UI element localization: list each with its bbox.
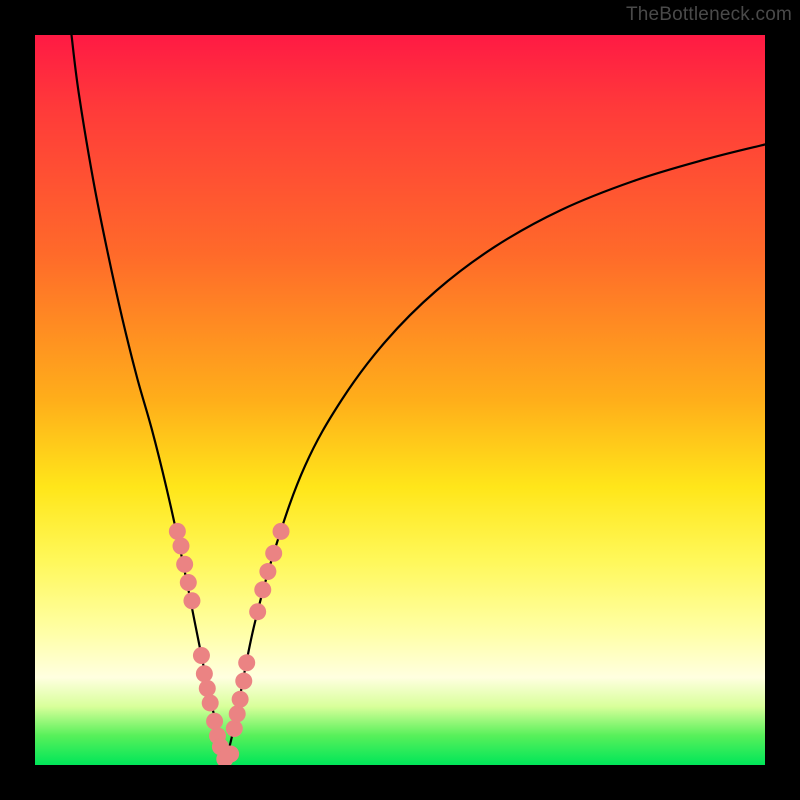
data-bead xyxy=(180,574,197,591)
data-bead xyxy=(254,581,271,598)
data-bead xyxy=(202,694,219,711)
data-bead xyxy=(183,592,200,609)
data-bead xyxy=(232,691,249,708)
data-bead xyxy=(226,720,243,737)
watermark-label: TheBottleneck.com xyxy=(626,4,792,26)
data-bead xyxy=(265,545,282,562)
data-bead xyxy=(259,563,276,580)
plot-area xyxy=(35,35,765,765)
data-bead xyxy=(235,673,252,690)
data-bead xyxy=(196,665,213,682)
curve-group xyxy=(72,35,766,765)
bead-group xyxy=(169,523,290,765)
data-bead xyxy=(273,523,290,540)
data-bead xyxy=(238,654,255,671)
data-bead xyxy=(206,713,223,730)
data-bead xyxy=(222,746,239,763)
chart-frame: TheBottleneck.com xyxy=(0,0,800,800)
data-bead xyxy=(199,680,216,697)
data-bead xyxy=(169,523,186,540)
chart-svg xyxy=(35,35,765,765)
curve-right-curve xyxy=(225,145,765,766)
data-bead xyxy=(229,705,246,722)
data-bead xyxy=(176,556,193,573)
data-bead xyxy=(193,647,210,664)
data-bead xyxy=(173,538,190,555)
data-bead xyxy=(249,603,266,620)
